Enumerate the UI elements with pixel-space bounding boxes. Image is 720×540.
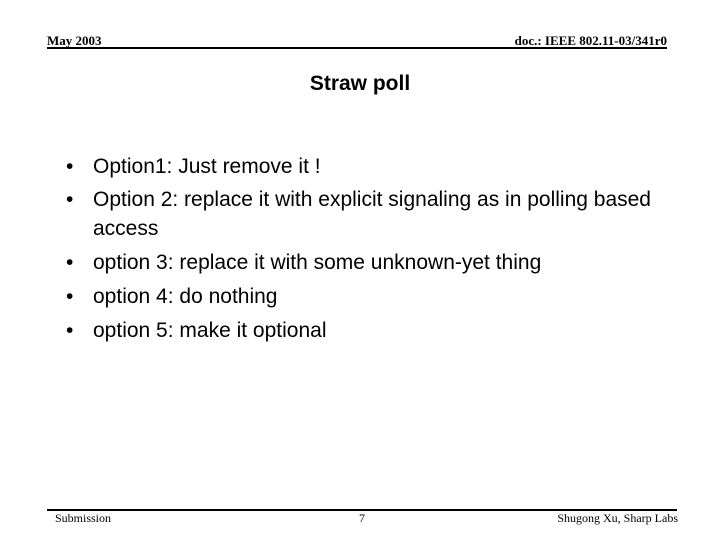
bullet-icon: •: [66, 155, 74, 178]
bullet-icon: •: [66, 285, 74, 308]
footer-author: Shugong Xu, Sharp Labs: [557, 511, 678, 525]
bullet-text: option 4: do nothing: [93, 285, 278, 308]
footer-submission: Submission: [55, 511, 112, 525]
page-number: 7: [359, 511, 365, 525]
bullet-item: • Option1: Just remove it !: [66, 152, 676, 181]
bullet-item: • option 4: do nothing: [66, 282, 676, 311]
bullet-text: Option 2: replace it with explicit signa…: [93, 188, 651, 240]
bullet-item: • option 3: replace it with some unknown…: [66, 248, 676, 277]
header-divider: [47, 47, 667, 49]
bullet-icon: •: [66, 319, 74, 342]
bullet-item: • option 5: make it optional: [66, 316, 676, 345]
bullet-text: Option1: Just remove it !: [93, 155, 321, 178]
bullet-text: option 3: replace it with some unknown-y…: [93, 251, 542, 274]
bullet-item: • Option 2: replace it with explicit sig…: [66, 185, 676, 243]
bullet-text: option 5: make it optional: [93, 319, 327, 342]
bullet-list: • Option1: Just remove it ! • Option 2: …: [66, 152, 676, 350]
slide-title: Straw poll: [309, 72, 411, 95]
bullet-icon: •: [66, 251, 74, 274]
bullet-icon: •: [66, 188, 74, 211]
